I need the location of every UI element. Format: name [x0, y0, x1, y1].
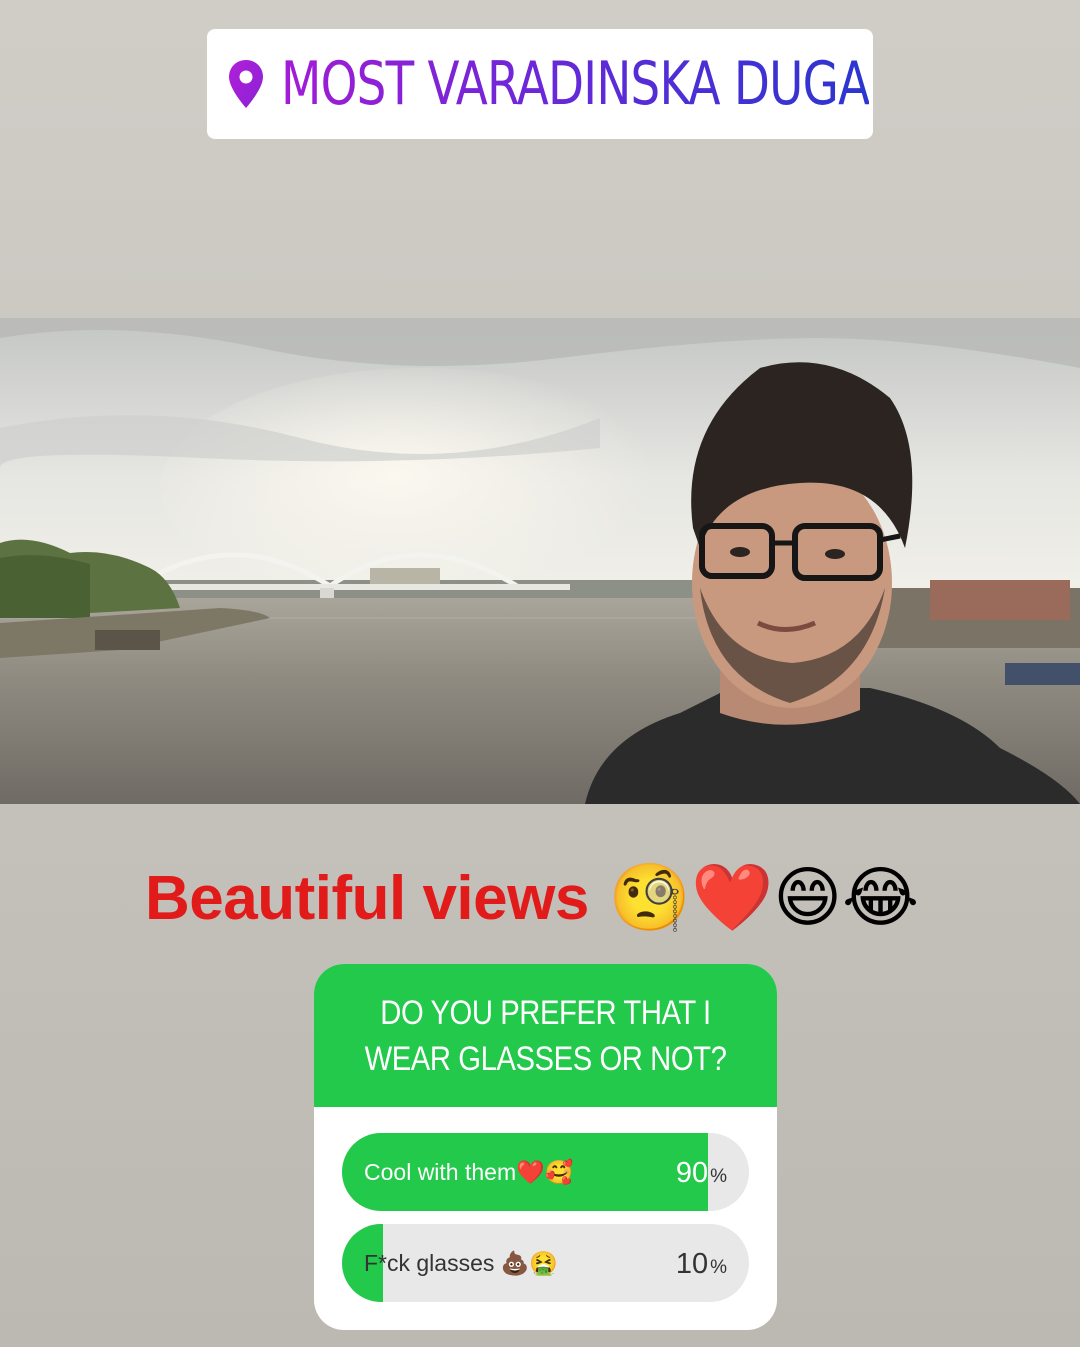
poll-question: DO YOU PREFER THAT I WEAR GLASSES OR NOT…: [364, 993, 727, 1078]
poll-option-1-percent: 90%: [676, 1133, 727, 1211]
poll-option-2-percent: 10%: [676, 1224, 727, 1302]
poll-option-2[interactable]: F*ck glasses 💩🤮 10%: [342, 1224, 749, 1302]
caption-text: Beautiful views: [145, 863, 589, 933]
poll-option-1[interactable]: Cool with them❤️🥰 90%: [342, 1133, 749, 1211]
location-name: MOST VARADINSKA DUGA: [281, 49, 870, 119]
caption-emojis: 🧐❤️😄😂: [608, 859, 920, 936]
location-pin-icon: [229, 60, 263, 108]
poll-option-2-percent-sign: %: [710, 1257, 727, 1278]
poll-option-1-percent-number: 90: [675, 1157, 709, 1189]
poll-sticker: DO YOU PREFER THAT I WEAR GLASSES OR NOT…: [314, 964, 777, 1330]
poll-option-2-percent-number: 10: [675, 1248, 709, 1280]
poll-option-2-label: F*ck glasses 💩🤮: [364, 1249, 559, 1276]
caption: Beautiful views 🧐❤️😄😂: [145, 858, 919, 938]
poll-header: DO YOU PREFER THAT I WEAR GLASSES OR NOT…: [314, 964, 777, 1107]
selfie-photo: [0, 318, 1080, 804]
poll-option-1-percent-sign: %: [710, 1166, 727, 1187]
location-sticker[interactable]: MOST VARADINSKA DUGA: [207, 29, 873, 139]
poll-option-1-label: Cool with them❤️🥰: [364, 1158, 574, 1185]
